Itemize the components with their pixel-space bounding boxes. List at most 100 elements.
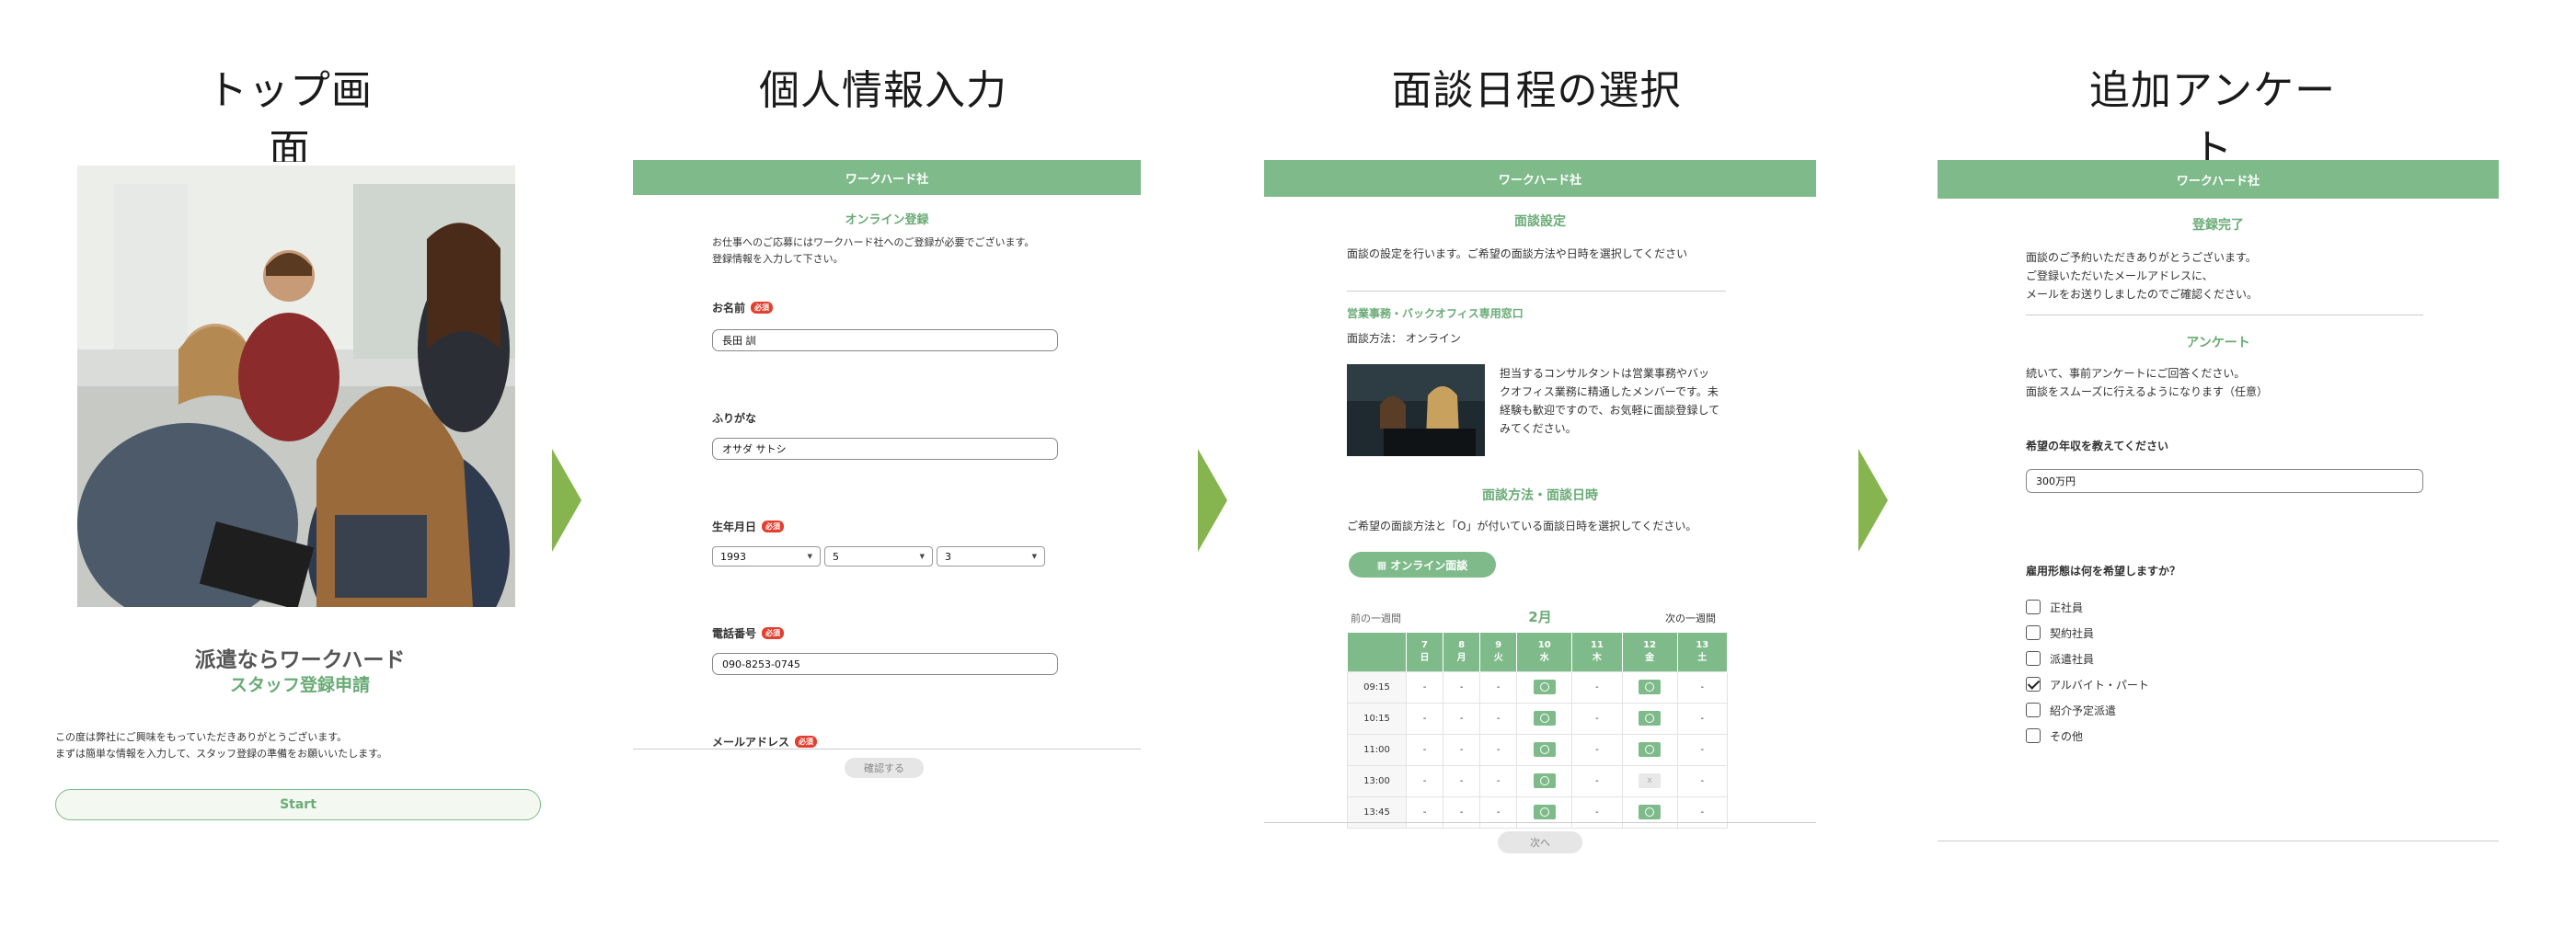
intro-line-1: この度は弊社にご興味をもっていただきありがとうございます。	[55, 731, 348, 743]
available-slot-icon[interactable]	[1533, 805, 1556, 819]
prev-week-link[interactable]: 前の一週間	[1351, 611, 1401, 625]
checkbox[interactable]	[2026, 651, 2041, 666]
next-week-link[interactable]: 次の一週間	[1665, 611, 1716, 625]
complete-line-2: ご登録いただいたメールアドレスに、	[2026, 269, 2214, 282]
interview-intro: 面談の設定を行います。ご希望の面談方法や日時を選択してください	[1347, 247, 1688, 260]
checkbox[interactable]	[2026, 703, 2041, 717]
birth-year-select[interactable]: 1993 ▼	[712, 546, 821, 566]
section-title-complete: 登録完了	[2192, 218, 2244, 233]
schedule-cell: -	[1479, 764, 1518, 797]
time-column-header	[1347, 633, 1407, 671]
flow-arrow-2	[1198, 449, 1227, 552]
required-badge: 必須	[751, 302, 774, 314]
employment-option-label: 正社員	[2050, 601, 2084, 614]
office-meeting-photo	[77, 166, 515, 607]
schedule-cell[interactable]	[1516, 764, 1573, 797]
available-slot-icon[interactable]	[1533, 742, 1556, 757]
schedule-table: 7日 8月 9火 10 水 11 木 12 金 13 土 09:15- - - - -10:15…	[1347, 633, 1729, 829]
employment-option-label: 契約社員	[2050, 626, 2095, 640]
employment-option[interactable]: 契約社員	[2026, 620, 2149, 646]
schedule-cell[interactable]	[1621, 702, 1678, 735]
month-label: 2月	[1528, 609, 1552, 625]
day-dow: 金	[1645, 652, 1655, 663]
app-header: ワークハード社	[1264, 160, 1816, 197]
day-header: 11 木	[1571, 633, 1623, 671]
day-date: 9	[1495, 639, 1502, 650]
available-slot-icon[interactable]	[1639, 711, 1662, 726]
schedule-cell[interactable]	[1516, 733, 1573, 766]
available-slot-icon[interactable]	[1533, 680, 1556, 694]
schedule-row: 10:15- - - - -	[1347, 702, 1729, 735]
schedule-body: 09:15- - - - -10:15- - - - -11:00- - - - -13:00- - - - x…	[1347, 670, 1729, 829]
intro-line-2: まずは簡単な情報を入力して、スタッフ登録の準備をお願いいたします。	[55, 748, 388, 760]
section-title-interview-settings: 面談設定	[1514, 214, 1566, 229]
schedule-row: 13:00- - - - x -	[1347, 764, 1729, 797]
footer-divider	[1264, 822, 1816, 823]
next-button[interactable]: 次へ	[1498, 831, 1582, 853]
schedule-cell[interactable]	[1516, 670, 1573, 704]
schedule-cell: -	[1443, 702, 1481, 735]
income-question: 希望の年収を教えてください	[2026, 440, 2169, 452]
schedule-header-row: 7日 8月 9火 10 水 11 木 12 金 13 土	[1347, 633, 1729, 671]
consultant-photo	[1347, 364, 1485, 456]
income-field[interactable]: 300万円	[2026, 469, 2423, 493]
checkbox[interactable]	[2026, 728, 2041, 743]
day-header: 13 土	[1677, 633, 1729, 671]
schedule-cell[interactable]	[1621, 733, 1678, 766]
employment-option[interactable]: 派遣社員	[2026, 646, 2149, 671]
survey-line-2: 面談をスムーズに行えるようになります（任意）	[2026, 385, 2269, 398]
checkbox[interactable]	[2026, 677, 2041, 692]
start-button-label: Start	[280, 797, 316, 812]
employment-option[interactable]: 紹介予定派遣	[2026, 697, 2149, 723]
schedule-cell: -	[1676, 764, 1729, 797]
schedule-cell: -	[1571, 670, 1623, 704]
phone-label-text: 電話番号	[712, 627, 757, 640]
flow-arrow-1	[552, 449, 581, 552]
employment-question: 雇用形態は何を希望しますか？	[2026, 565, 2181, 578]
office-name: 営業事務・バックオフィス専用窓口	[1347, 307, 1524, 320]
chevron-down-icon: ▼	[807, 553, 812, 560]
online-interview-button[interactable]: ▦ オンライン面談	[1349, 552, 1496, 578]
day-header: 8月	[1443, 633, 1481, 671]
available-slot-icon[interactable]	[1639, 805, 1662, 819]
checkbox[interactable]	[2026, 600, 2041, 614]
schedule-cell[interactable]	[1621, 670, 1678, 704]
schedule-cell: -	[1571, 733, 1623, 766]
section-title-online-registration: オンライン登録	[845, 213, 929, 227]
time-slot-label: 10:15	[1347, 702, 1407, 735]
available-slot-icon[interactable]	[1639, 680, 1662, 694]
interview-method: 面談方法： オンライン	[1347, 332, 1461, 345]
flow-arrow-3	[1858, 449, 1888, 552]
name-label: お名前 必須	[712, 300, 774, 315]
available-slot-icon[interactable]	[1639, 742, 1662, 757]
available-slot-icon[interactable]	[1533, 773, 1556, 788]
chevron-down-icon: ▼	[1031, 553, 1037, 560]
section-title-method-datetime: 面談方法・面談日時	[1482, 488, 1598, 503]
consultant-text-2: クオフィス業務に精通したメンバーです。未	[1500, 385, 1719, 398]
day-date: 7	[1421, 639, 1429, 650]
schedule-cell[interactable]	[1516, 702, 1573, 735]
schedule-cell: -	[1479, 670, 1518, 704]
day-date: 8	[1458, 639, 1466, 650]
schedule-cell: -	[1479, 702, 1518, 735]
start-button[interactable]: Start	[55, 789, 541, 820]
checkbox[interactable]	[2026, 625, 2041, 640]
screen-top: 派遣ならワークハード スタッフ登録申請 この度は弊社にご興味をもっていただきあり…	[52, 162, 548, 824]
schedule-row: 11:00- - - - -	[1347, 733, 1729, 766]
employment-option[interactable]: 正社員	[2026, 594, 2149, 620]
divider	[1347, 291, 1726, 292]
registration-intro-2: 登録情報を入力して下さい。	[712, 253, 844, 265]
available-slot-icon[interactable]	[1533, 711, 1556, 726]
section-title-survey: アンケート	[2186, 336, 2250, 350]
day-header: 7日	[1406, 633, 1444, 671]
birth-day-select[interactable]: 3 ▼	[937, 546, 1045, 566]
name-field[interactable]: 長田 訓	[712, 329, 1058, 351]
employment-option[interactable]: アルバイト・パート	[2026, 671, 2149, 697]
employment-option[interactable]: その他	[2026, 723, 2149, 749]
chevron-down-icon: ▼	[919, 553, 925, 560]
phone-field[interactable]: 090-8253-0745	[712, 653, 1058, 675]
birth-month-select[interactable]: 5 ▼	[824, 546, 933, 566]
kana-field[interactable]: オサダ サトシ	[712, 438, 1058, 460]
confirm-button[interactable]: 確認する	[845, 758, 924, 778]
phone-label: 電話番号 必須	[712, 625, 785, 641]
